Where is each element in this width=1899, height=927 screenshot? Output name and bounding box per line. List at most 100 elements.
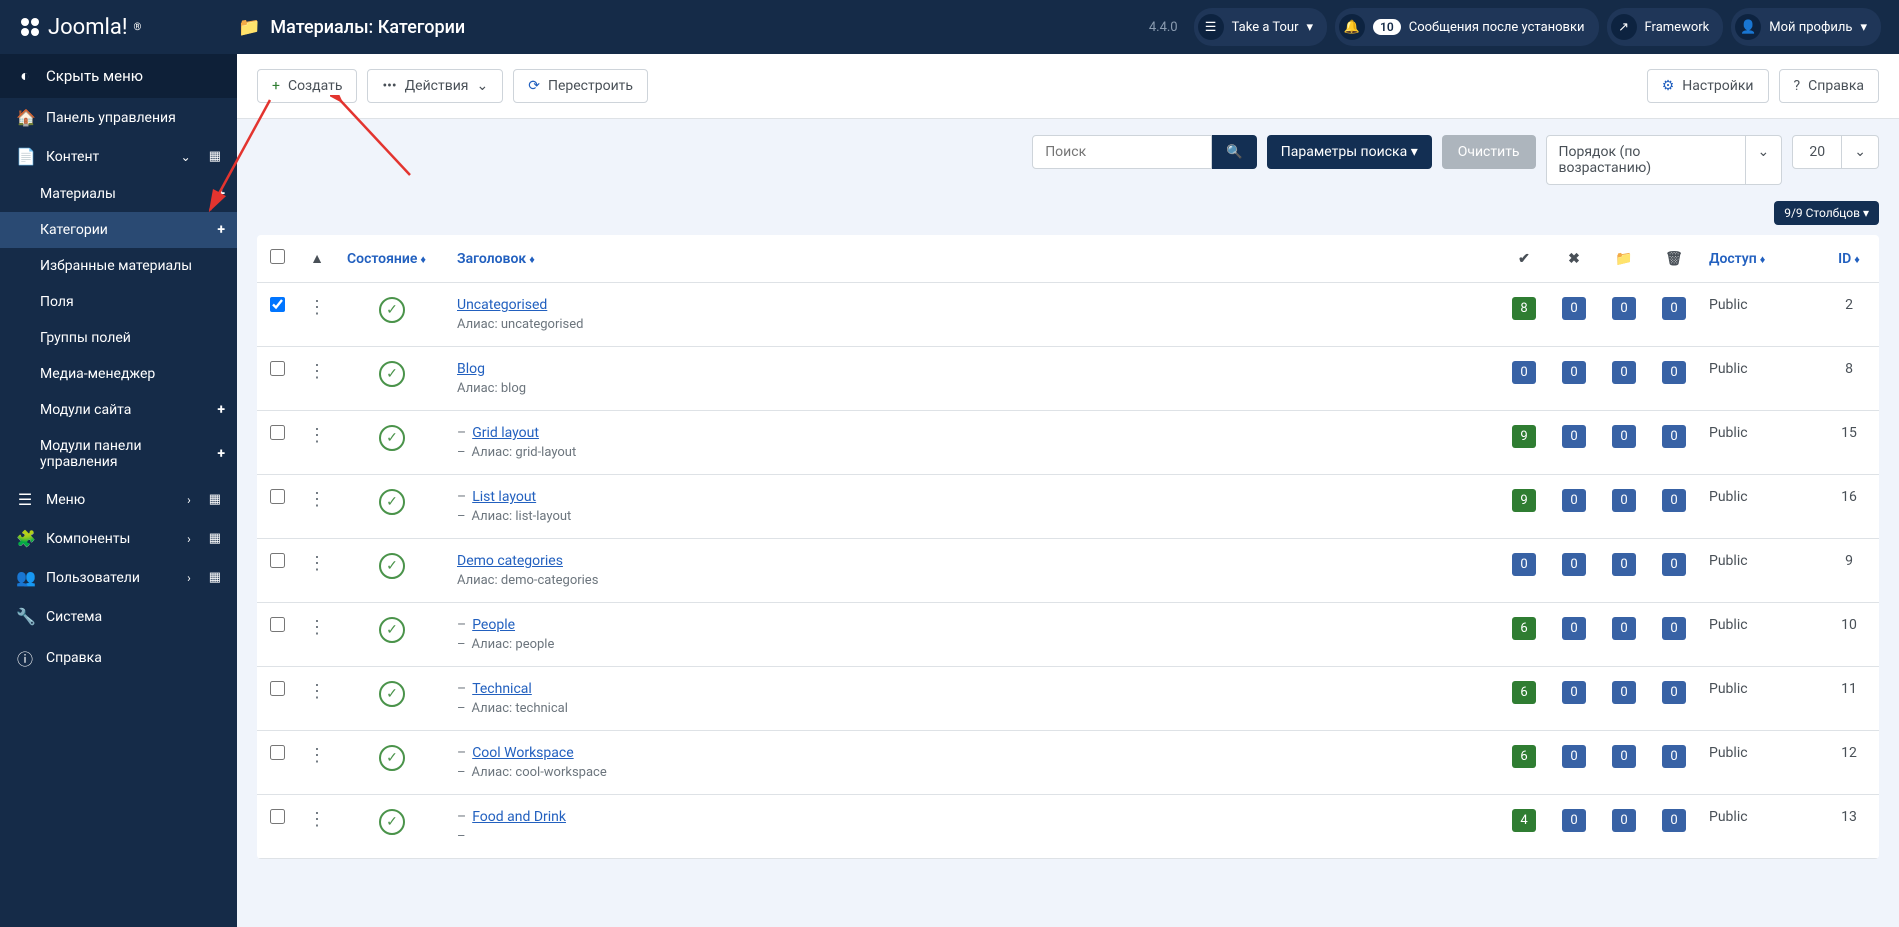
sidebar-system[interactable]: 🔧Система	[0, 597, 237, 636]
status-published-icon[interactable]: ✓	[379, 681, 405, 707]
row-checkbox[interactable]	[270, 617, 285, 632]
unpublished-count[interactable]: 0	[1562, 297, 1586, 320]
trashed-count[interactable]: 0	[1662, 681, 1686, 704]
row-checkbox[interactable]	[270, 489, 285, 504]
published-count[interactable]: 4	[1512, 809, 1536, 832]
published-count[interactable]: 9	[1512, 425, 1536, 448]
row-checkbox[interactable]	[270, 425, 285, 440]
drag-handle[interactable]: ⋮	[308, 361, 326, 382]
sidebar-media[interactable]: Медиа-менеджер	[0, 356, 237, 392]
sidebar-site-modules[interactable]: Модули сайта+	[0, 392, 237, 428]
drag-handle[interactable]: ⋮	[308, 809, 326, 830]
status-published-icon[interactable]: ✓	[379, 425, 405, 451]
published-count[interactable]: 6	[1512, 617, 1536, 640]
published-count[interactable]: 6	[1512, 745, 1536, 768]
row-checkbox[interactable]	[270, 681, 285, 696]
create-button[interactable]: +Создать	[257, 69, 357, 103]
published-count[interactable]: 0	[1512, 553, 1536, 576]
archived-count[interactable]: 0	[1612, 745, 1636, 768]
status-published-icon[interactable]: ✓	[379, 745, 405, 771]
category-title-link[interactable]: Technical	[472, 681, 532, 697]
add-icon[interactable]: +	[217, 446, 225, 462]
search-params-button[interactable]: Параметры поиска ▾	[1267, 135, 1432, 169]
unpublished-count[interactable]: 0	[1562, 425, 1586, 448]
drag-handle[interactable]: ⋮	[308, 297, 326, 318]
published-count[interactable]: 9	[1512, 489, 1536, 512]
unpublished-count[interactable]: 0	[1562, 361, 1586, 384]
options-button[interactable]: ⚙Настройки	[1647, 69, 1769, 103]
col-status[interactable]: Состояние	[347, 251, 417, 267]
drag-handle[interactable]: ⋮	[308, 745, 326, 766]
grid-icon[interactable]: ▦	[209, 492, 221, 507]
profile-button[interactable]: 👤Мой профиль ▾	[1731, 8, 1881, 46]
sidebar-featured[interactable]: Избранные материалы	[0, 248, 237, 284]
sort-dropdown[interactable]: ⌄	[1746, 135, 1783, 185]
grid-icon[interactable]: ▦	[209, 531, 221, 546]
sidebar-categories[interactable]: Категории+	[0, 212, 237, 248]
sort-select[interactable]: Порядок (по возрастанию)	[1546, 135, 1746, 185]
grid-icon[interactable]: ▦	[209, 149, 221, 164]
sidebar-help[interactable]: ⓘСправка	[0, 636, 237, 680]
category-title-link[interactable]: Demo categories	[457, 553, 563, 569]
add-icon[interactable]: +	[217, 186, 225, 202]
status-published-icon[interactable]: ✓	[379, 617, 405, 643]
clear-button[interactable]: Очистить	[1442, 135, 1536, 169]
unpublished-count[interactable]: 0	[1562, 617, 1586, 640]
sidebar-content[interactable]: 📄Контент⌄▦	[0, 137, 237, 176]
status-published-icon[interactable]: ✓	[379, 297, 405, 323]
trashed-count[interactable]: 0	[1662, 809, 1686, 832]
help-button[interactable]: ?Справка	[1779, 69, 1879, 103]
drag-handle[interactable]: ⋮	[308, 553, 326, 574]
row-checkbox[interactable]	[270, 809, 285, 824]
status-published-icon[interactable]: ✓	[379, 809, 405, 835]
trashed-count[interactable]: 0	[1662, 745, 1686, 768]
unpublished-count[interactable]: 0	[1562, 553, 1586, 576]
archived-count[interactable]: 0	[1612, 361, 1636, 384]
category-title-link[interactable]: People	[472, 617, 515, 633]
category-title-link[interactable]: Food and Drink	[472, 809, 566, 825]
drag-handle[interactable]: ⋮	[308, 489, 326, 510]
tour-button[interactable]: ☰Take a Tour ▾	[1194, 8, 1327, 46]
sidebar-menus[interactable]: ☰Меню›▦	[0, 480, 237, 519]
sidebar-components[interactable]: 🧩Компоненты›▦	[0, 519, 237, 558]
add-icon[interactable]: +	[217, 402, 225, 418]
trashed-count[interactable]: 0	[1662, 617, 1686, 640]
sidebar-fields[interactable]: Поля	[0, 284, 237, 320]
archived-count[interactable]: 0	[1612, 489, 1636, 512]
limit-select[interactable]: 20	[1792, 135, 1842, 169]
trashed-count[interactable]: 0	[1662, 553, 1686, 576]
archived-count[interactable]: 0	[1612, 297, 1636, 320]
row-checkbox[interactable]	[270, 745, 285, 760]
actions-button[interactable]: •••Действия⌄	[367, 69, 503, 103]
unpublished-count[interactable]: 0	[1562, 681, 1586, 704]
row-checkbox[interactable]	[270, 297, 285, 312]
status-published-icon[interactable]: ✓	[379, 553, 405, 579]
unpublished-count[interactable]: 0	[1562, 809, 1586, 832]
sidebar-users[interactable]: 👥Пользователи›▦	[0, 558, 237, 597]
unpublished-count[interactable]: 0	[1562, 489, 1586, 512]
published-count[interactable]: 6	[1512, 681, 1536, 704]
sidebar-articles[interactable]: Материалы+	[0, 176, 237, 212]
columns-button[interactable]: 9/9 Столбцов ▾	[1774, 201, 1879, 225]
trashed-count[interactable]: 0	[1662, 361, 1686, 384]
category-title-link[interactable]: Blog	[457, 361, 485, 377]
trashed-count[interactable]: 0	[1662, 489, 1686, 512]
category-title-link[interactable]: List layout	[472, 489, 536, 505]
trashed-count[interactable]: 0	[1662, 297, 1686, 320]
sidebar-dashboard[interactable]: 🏠Панель управления	[0, 98, 237, 137]
archived-count[interactable]: 0	[1612, 425, 1636, 448]
sort-order-icon[interactable]: ▲	[310, 251, 324, 267]
category-title-link[interactable]: Cool Workspace	[472, 745, 573, 761]
sidebar-admin-modules[interactable]: Модули панели управления+	[0, 428, 237, 480]
toggle-menu[interactable]: ◐Скрыть меню	[0, 54, 237, 98]
select-all-checkbox[interactable]	[270, 249, 285, 264]
archived-count[interactable]: 0	[1612, 617, 1636, 640]
drag-handle[interactable]: ⋮	[308, 425, 326, 446]
add-icon[interactable]: +	[217, 222, 225, 238]
category-title-link[interactable]: Grid layout	[472, 425, 539, 441]
trashed-count[interactable]: 0	[1662, 425, 1686, 448]
row-checkbox[interactable]	[270, 361, 285, 376]
rebuild-button[interactable]: ⟳Перестроить	[513, 69, 648, 103]
sidebar-fieldgroups[interactable]: Группы полей	[0, 320, 237, 356]
status-published-icon[interactable]: ✓	[379, 489, 405, 515]
